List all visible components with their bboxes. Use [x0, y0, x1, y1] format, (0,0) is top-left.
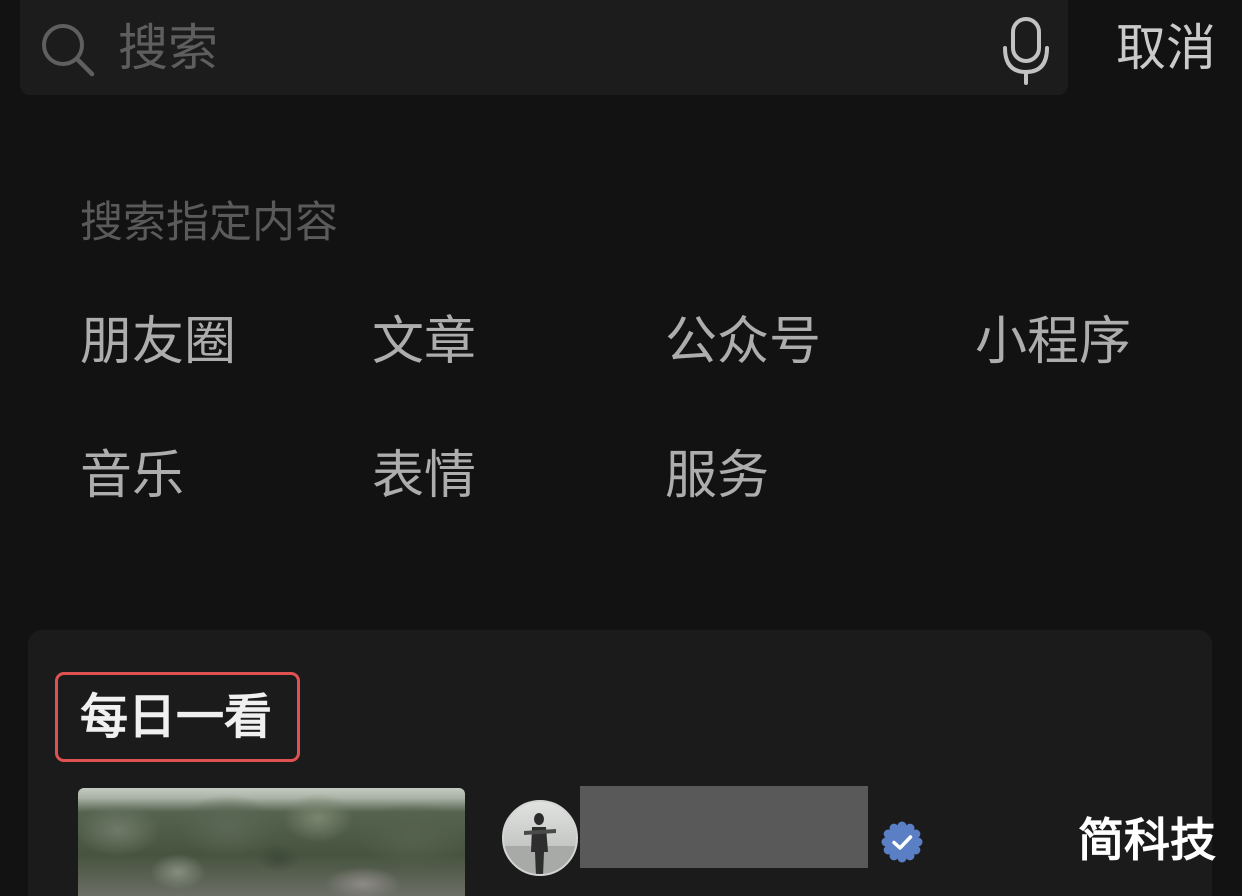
search-target-moments[interactable]: 朋友圈 — [80, 310, 372, 374]
search-input[interactable] — [118, 18, 968, 78]
article-thumbnail[interactable] — [78, 788, 465, 896]
card-title: 每日一看 — [80, 689, 273, 745]
avatar[interactable] — [502, 800, 578, 876]
search-targets-title: 搜索指定内容 — [80, 198, 338, 248]
search-target-stickers[interactable]: 表情 — [372, 444, 665, 508]
search-target-articles[interactable]: 文章 — [372, 310, 665, 374]
microphone-icon[interactable] — [998, 16, 1054, 86]
watermark: 简科技 — [1078, 813, 1216, 867]
search-icon — [38, 20, 98, 80]
verified-badge-icon — [881, 821, 923, 863]
search-target-mini-programs[interactable]: 小程序 — [975, 310, 1155, 374]
search-bar[interactable] — [20, 0, 1068, 95]
cancel-button[interactable]: 取消 — [1116, 18, 1216, 78]
search-targets-grid: 朋友圈 文章 公众号 小程序 音乐 表情 服务 — [80, 310, 1155, 578]
search-target-services[interactable]: 服务 — [665, 444, 975, 508]
daily-look-card[interactable]: 每日一看 — [28, 630, 1212, 896]
search-target-official-accounts[interactable]: 公众号 — [665, 310, 975, 374]
redacted-account-name — [580, 786, 868, 868]
title-highlight-box: 每日一看 — [55, 672, 300, 762]
wechat-search-page: 取消 搜索指定内容 朋友圈 文章 公众号 小程序 音乐 表情 服务 每日一看 — [0, 0, 1242, 896]
search-target-music[interactable]: 音乐 — [80, 444, 372, 508]
